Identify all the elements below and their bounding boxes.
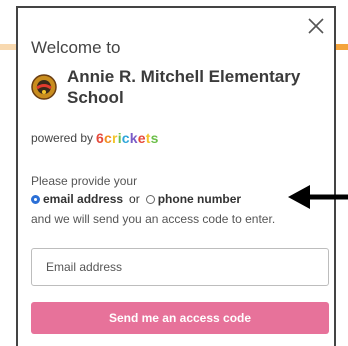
brand-letter: k [129, 130, 138, 146]
brand-logo: 6crickets [96, 130, 159, 146]
school-name: Annie R. Mitchell Elementary School [67, 67, 301, 107]
powered-by-label: powered by [31, 131, 94, 145]
access-code-dialog: Welcome to Annie R. Mitchell Elementary … [16, 6, 336, 346]
brand-letter: e [137, 130, 146, 146]
email-option-label[interactable]: email address [43, 192, 123, 206]
or-text: or [129, 192, 140, 206]
school-header: Annie R. Mitchell Elementary School [31, 66, 321, 108]
phone-radio[interactable] [145, 194, 155, 204]
welcome-text: Welcome to [31, 38, 121, 57]
email-input[interactable] [31, 248, 329, 286]
instruction-text: and we will send you an access code to e… [31, 212, 276, 226]
brand-letter: s [150, 130, 159, 146]
powered-by: powered by 6crickets [31, 130, 159, 146]
close-icon[interactable] [306, 16, 326, 36]
arrow-left-icon [288, 185, 348, 209]
email-radio[interactable] [31, 194, 40, 204]
school-logo-icon [31, 74, 57, 100]
brand-letter: c [104, 130, 113, 146]
brand-letter: c [121, 130, 130, 146]
phone-option-label[interactable]: phone number [158, 192, 241, 206]
contact-method-choice: email address or phone number [31, 192, 241, 206]
prompt-text: Please provide your [31, 174, 138, 188]
brand-letter: 6 [96, 130, 105, 146]
send-access-code-button[interactable]: Send me an access code [31, 302, 329, 334]
